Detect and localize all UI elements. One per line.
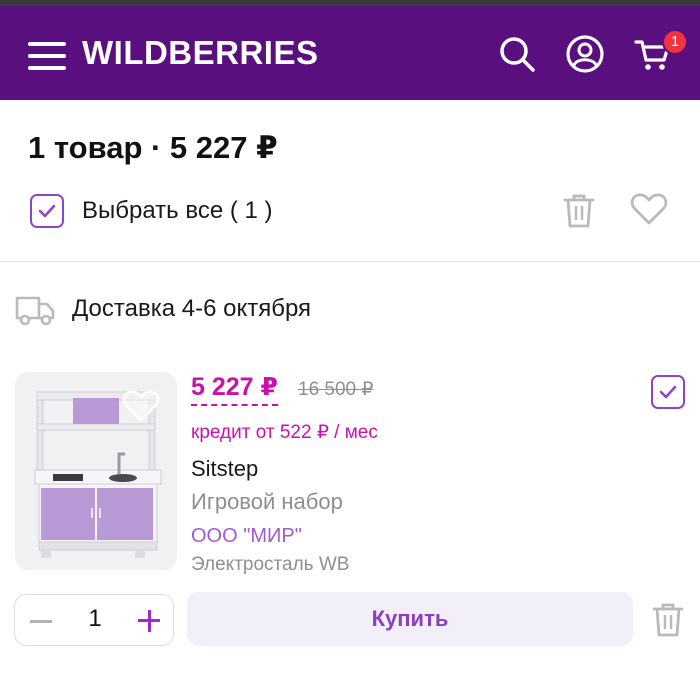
add-to-favorites-heart-icon[interactable]: [122, 389, 160, 428]
cart-summary: 1 товар · 5 227 ₽: [28, 130, 278, 165]
select-all-label[interactable]: Выбрать все ( 1 ): [82, 197, 273, 225]
delete-selected-trash-icon[interactable]: [561, 192, 597, 235]
check-icon: [659, 385, 677, 399]
cart-badge: 1: [662, 29, 688, 55]
select-all-checkbox[interactable]: [30, 194, 64, 228]
warehouse-location: Электросталь WB: [191, 554, 350, 575]
app-header: WILDBERRIES 1: [0, 6, 700, 100]
quantity-value: 1: [88, 605, 102, 632]
product-image[interactable]: [15, 372, 177, 570]
seller-name[interactable]: ООО "МИР": [191, 525, 302, 548]
delivery-truck-icon: [15, 294, 55, 331]
product-brand[interactable]: Sitstep: [191, 456, 258, 482]
check-icon: [38, 204, 56, 218]
quantity-stepper: 1: [14, 594, 174, 646]
menu-icon[interactable]: [28, 42, 68, 72]
search-icon[interactable]: [497, 34, 537, 74]
credit-offer[interactable]: кредит от 522 ₽ / мес: [191, 421, 378, 444]
section-divider: [0, 261, 700, 262]
product-old-price: 16 500 ₽: [298, 379, 374, 400]
product-name[interactable]: Игровой набор: [191, 489, 343, 515]
delete-item-trash-icon[interactable]: [650, 601, 686, 644]
profile-icon[interactable]: [565, 34, 605, 74]
product-price[interactable]: 5 227 ₽: [191, 372, 278, 406]
increase-quantity-button[interactable]: [135, 608, 163, 634]
item-checkbox[interactable]: [651, 375, 685, 409]
delivery-date-label: Доставка 4-6 октября: [72, 295, 312, 322]
buy-button[interactable]: Купить: [187, 592, 633, 646]
favorite-selected-heart-icon[interactable]: [630, 192, 668, 231]
logo[interactable]: WILDBERRIES: [82, 34, 319, 72]
decrease-quantity-button[interactable]: [27, 608, 55, 634]
